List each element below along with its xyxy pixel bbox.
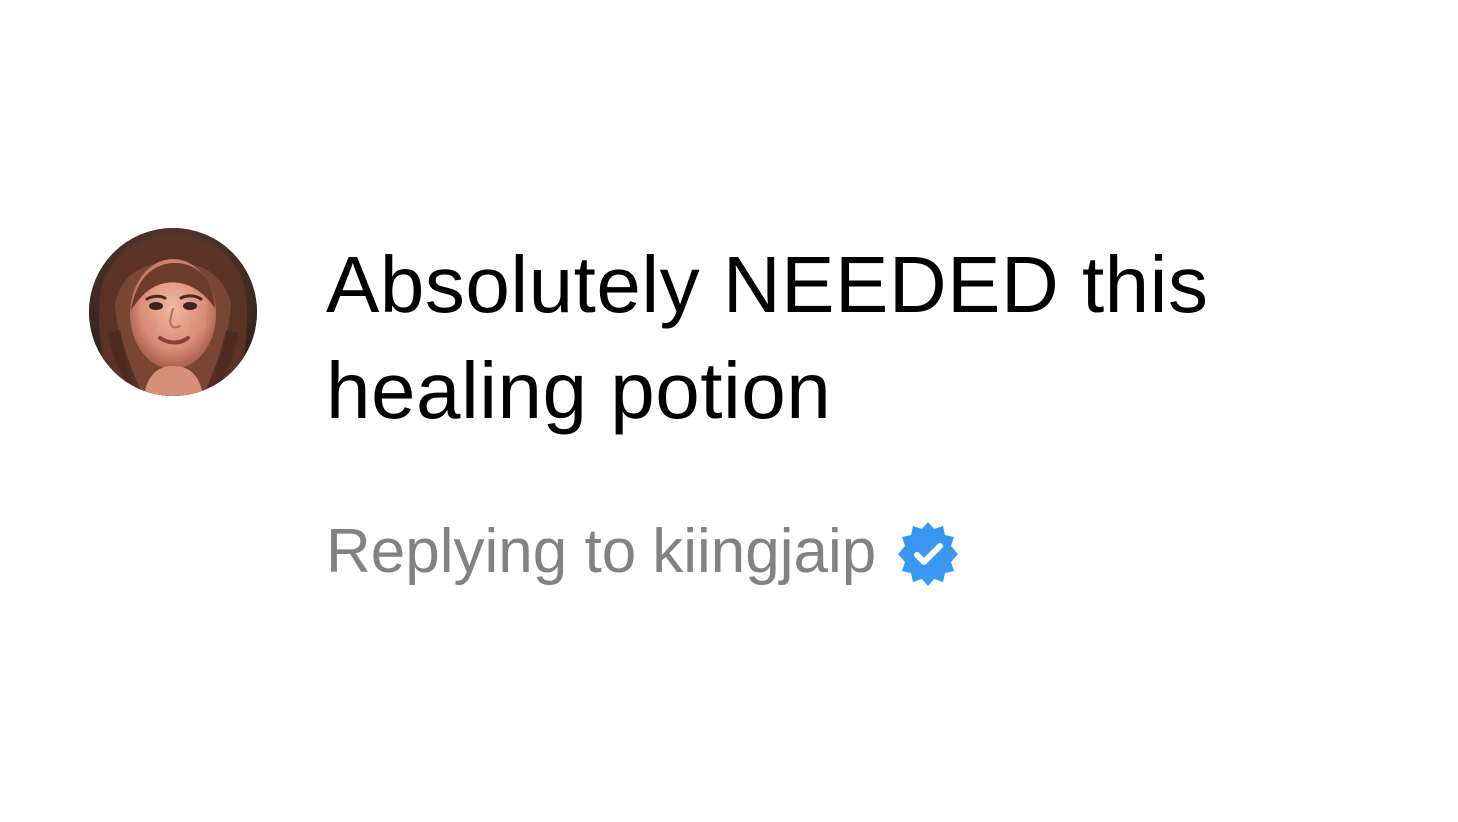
reply-prefix: Replying to [326,517,637,586]
reply-context: Replying to kiingjaip [326,512,962,592]
verified-badge-icon [894,520,962,588]
avatar[interactable] [89,228,257,396]
reply-username-link[interactable]: kiingjaip [652,512,876,592]
avatar-photo [89,228,257,396]
comment-card: Absolutely NEEDED this healing potion Re… [0,0,1458,822]
comment-text: Absolutely NEEDED this healing potion [326,240,1209,435]
